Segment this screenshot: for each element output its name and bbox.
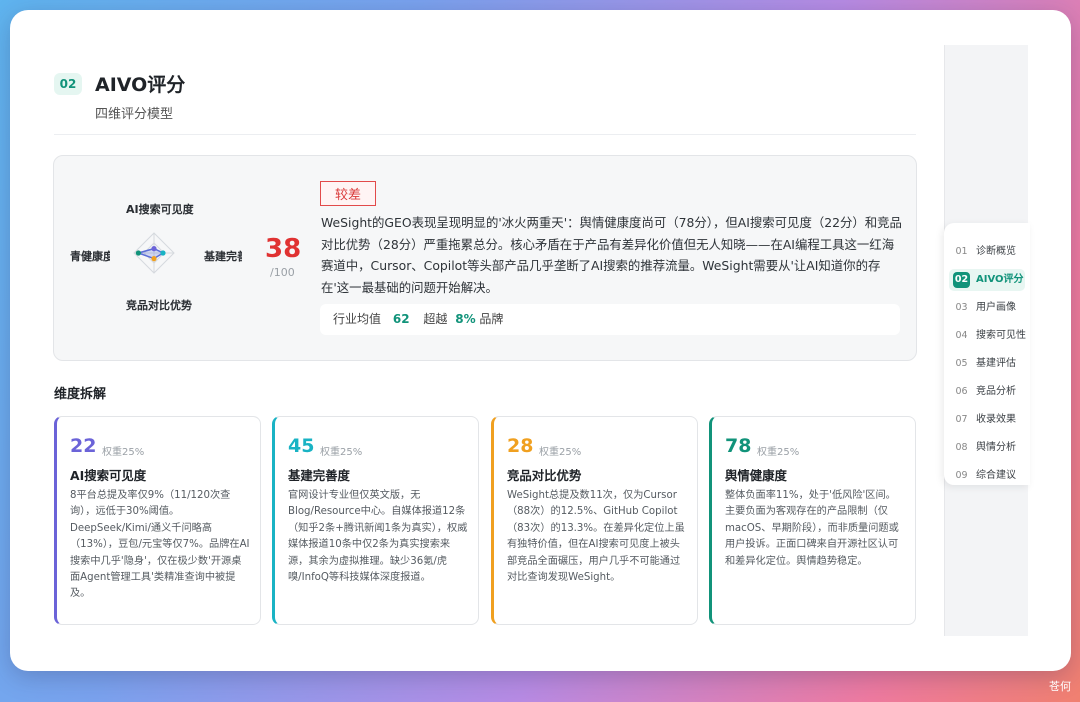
section-title: AIVO评分 <box>95 74 186 96</box>
radar-chart <box>133 232 175 274</box>
dimension-card-sentiment: 78 权重25% 舆情健康度 整体负面率11%，处于'低风险'区间。主要负面为客… <box>709 416 916 625</box>
score-description: WeSight的GEO表现呈现明显的'冰火两重天'：舆情健康度尚可（78分），但… <box>321 215 902 295</box>
dimension-weight: 权重25% <box>102 447 145 458</box>
dimension-card-infrastructure: 45 权重25% 基建完善度 官网设计专业但仅英文版，无Blog/Resourc… <box>272 416 479 625</box>
nav-label: 用户画像 <box>976 302 1016 313</box>
dimension-text: WeSight总提及数11次，仅为Cursor（88次）的12.5%、GitHu… <box>507 490 685 584</box>
watermark: 苍何 <box>1049 680 1071 693</box>
nav-label: AIVO评分 <box>976 274 1024 285</box>
header-divider <box>54 134 916 135</box>
nav-item-recommendations[interactable]: 09 综合建议 <box>949 465 1025 487</box>
radar-point-right <box>160 250 166 256</box>
nav-label: 综合建议 <box>976 470 1016 481</box>
nav-item-search-visibility[interactable]: 04 搜索可见性 <box>949 325 1026 347</box>
dimension-name: 舆情健康度 <box>725 468 787 483</box>
nav-number: 01 <box>955 246 968 257</box>
dimensions-title: 维度拆解 <box>54 387 107 402</box>
benchmark-bar: 行业均值 62 超越 8% 品牌 <box>320 304 900 335</box>
nav-label: 竞品分析 <box>976 386 1016 397</box>
dimension-text: 8平台总提及率仅9%（11/120次查询），远低于30%阈值。DeepSeek/… <box>70 490 250 600</box>
report-window: 02 AIVO评分 四维评分模型 AI搜索可见度 青健康度 基建完善 竞品对比优… <box>10 10 1071 671</box>
dimension-weight: 权重25% <box>757 447 800 458</box>
nav-item-aivo-score[interactable]: 02 AIVO评分 <box>949 269 1025 291</box>
dimension-score: 28 <box>507 435 534 457</box>
section-number: 02 <box>54 73 82 95</box>
radar-label-bottom: 竞品对比优势 <box>126 299 192 312</box>
nav-label: 诊断概览 <box>976 246 1016 257</box>
nav-item-competitor[interactable]: 06 竞品分析 <box>949 381 1025 403</box>
section-subtitle: 四维评分模型 <box>95 107 174 122</box>
dimension-name: AI搜索可见度 <box>70 468 147 483</box>
radar-label-top: AI搜索可见度 <box>126 203 194 216</box>
radar-label-right: 基建完善 <box>204 250 242 263</box>
dimension-name: 竞品对比优势 <box>507 468 582 483</box>
dimension-weight: 权重25% <box>539 447 582 458</box>
nav-number: 09 <box>955 470 968 481</box>
nav-label: 舆情分析 <box>976 442 1016 453</box>
nav-label: 收录效果 <box>976 414 1016 425</box>
total-score: 38 <box>265 234 302 264</box>
dimension-text: 官网设计专业但仅英文版，无Blog/Resource中心。自媒体报道12条（知乎… <box>288 490 468 584</box>
nav-item-overview[interactable]: 01 诊断概览 <box>949 241 1025 263</box>
section-nav: 01 诊断概览 02 AIVO评分 03 用户画像 04 搜索可见性 05 基建评估 06… <box>944 223 1030 485</box>
nav-label: 搜索可见性 <box>976 330 1026 341</box>
beat-suffix: 品牌 <box>479 312 504 326</box>
benchmark-value: 62 <box>392 312 410 326</box>
nav-number: 03 <box>955 302 968 313</box>
dimension-card-visibility: 22 权重25% AI搜索可见度 8平台总提及率仅9%（11/120次查询），远… <box>54 416 261 625</box>
dimension-score: 22 <box>70 435 97 457</box>
radar-point-left <box>135 250 141 256</box>
dimension-weight: 权重25% <box>320 447 363 458</box>
benchmark-label: 行业均值 <box>333 312 382 326</box>
dimension-score: 78 <box>725 435 752 457</box>
nav-number: 06 <box>955 386 968 397</box>
score-card: AI搜索可见度 青健康度 基建完善 竞品对比优势 38 /100 较差 WeSi… <box>53 155 917 361</box>
nav-item-sentiment[interactable]: 08 舆情分析 <box>949 437 1025 459</box>
nav-number: 04 <box>955 330 968 341</box>
radar-point-bottom <box>151 256 157 262</box>
dimension-text: 整体负面率11%，处于'低风险'区间。主要负面为客观存在的产品限制（仅macOS… <box>725 490 899 567</box>
radar-label-left: 青健康度 <box>70 250 110 263</box>
nav-number: 05 <box>955 358 968 369</box>
nav-number: 02 <box>953 272 970 288</box>
radar-point-top <box>151 246 157 252</box>
nav-item-indexing[interactable]: 07 收录效果 <box>949 409 1025 431</box>
beat-value: 8% <box>455 312 476 326</box>
dimension-score: 45 <box>288 435 315 457</box>
nav-number: 08 <box>955 442 968 453</box>
rating-badge: 较差 <box>320 181 377 206</box>
nav-label: 基建评估 <box>976 358 1016 369</box>
nav-number: 07 <box>955 414 968 425</box>
score-total: /100 <box>270 266 295 279</box>
nav-item-infrastructure[interactable]: 05 基建评估 <box>949 353 1025 375</box>
dimension-card-competition: 28 权重25% 竞品对比优势 WeSight总提及数11次，仅为Cursor（… <box>491 416 698 625</box>
dimension-name: 基建完善度 <box>288 468 350 483</box>
nav-item-user-persona[interactable]: 03 用户画像 <box>949 297 1025 319</box>
beat-label: 超越 <box>423 312 448 326</box>
